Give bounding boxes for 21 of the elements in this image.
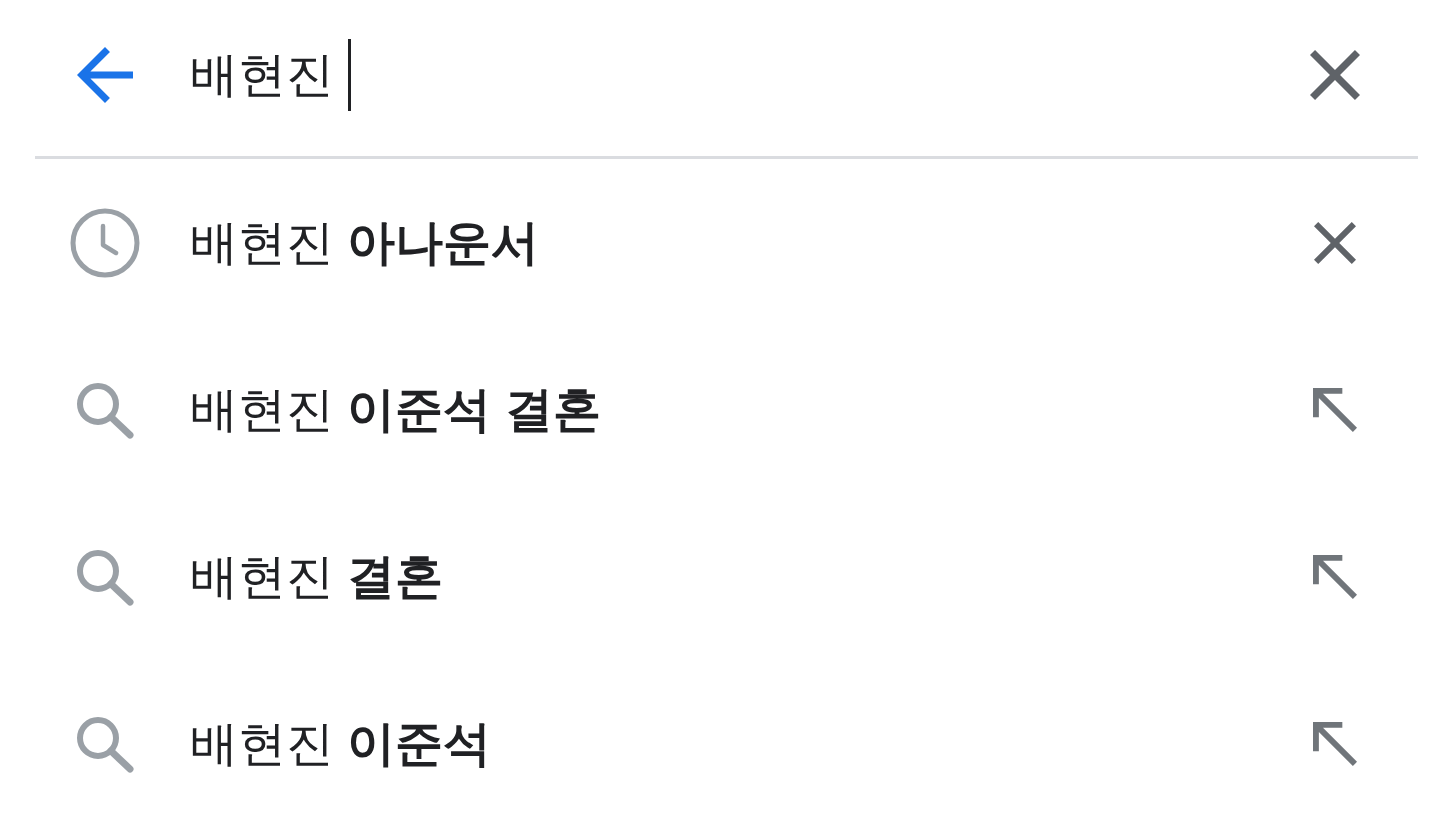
fill-query-button[interactable]	[1313, 721, 1357, 766]
suggestion-text[interactable]: 배현진 아나운서	[190, 213, 540, 272]
back-arrow-icon	[77, 47, 133, 103]
back-button[interactable]	[77, 47, 133, 103]
close-icon	[1310, 50, 1360, 100]
suggestion-text[interactable]: 배현진 이준석 결혼	[190, 380, 601, 439]
suggestion-text[interactable]: 배현진 이준석	[190, 714, 492, 773]
fill-query-button[interactable]	[1313, 387, 1357, 432]
remove-button[interactable]	[1314, 221, 1356, 264]
arrow-up-left-icon	[1313, 721, 1357, 766]
fill-query-button[interactable]	[1313, 554, 1357, 599]
arrow-up-left-icon	[1313, 387, 1357, 432]
search-icon	[75, 547, 135, 606]
clock-icon	[70, 207, 140, 278]
close-icon	[1314, 221, 1356, 264]
search-icon	[75, 714, 135, 773]
arrow-up-left-icon	[1313, 554, 1357, 599]
clear-button[interactable]	[1310, 50, 1360, 100]
search-field[interactable]: 배현진	[190, 35, 1300, 115]
suggestion-text[interactable]: 배현진 결혼	[190, 547, 444, 606]
search-icon	[75, 380, 135, 439]
